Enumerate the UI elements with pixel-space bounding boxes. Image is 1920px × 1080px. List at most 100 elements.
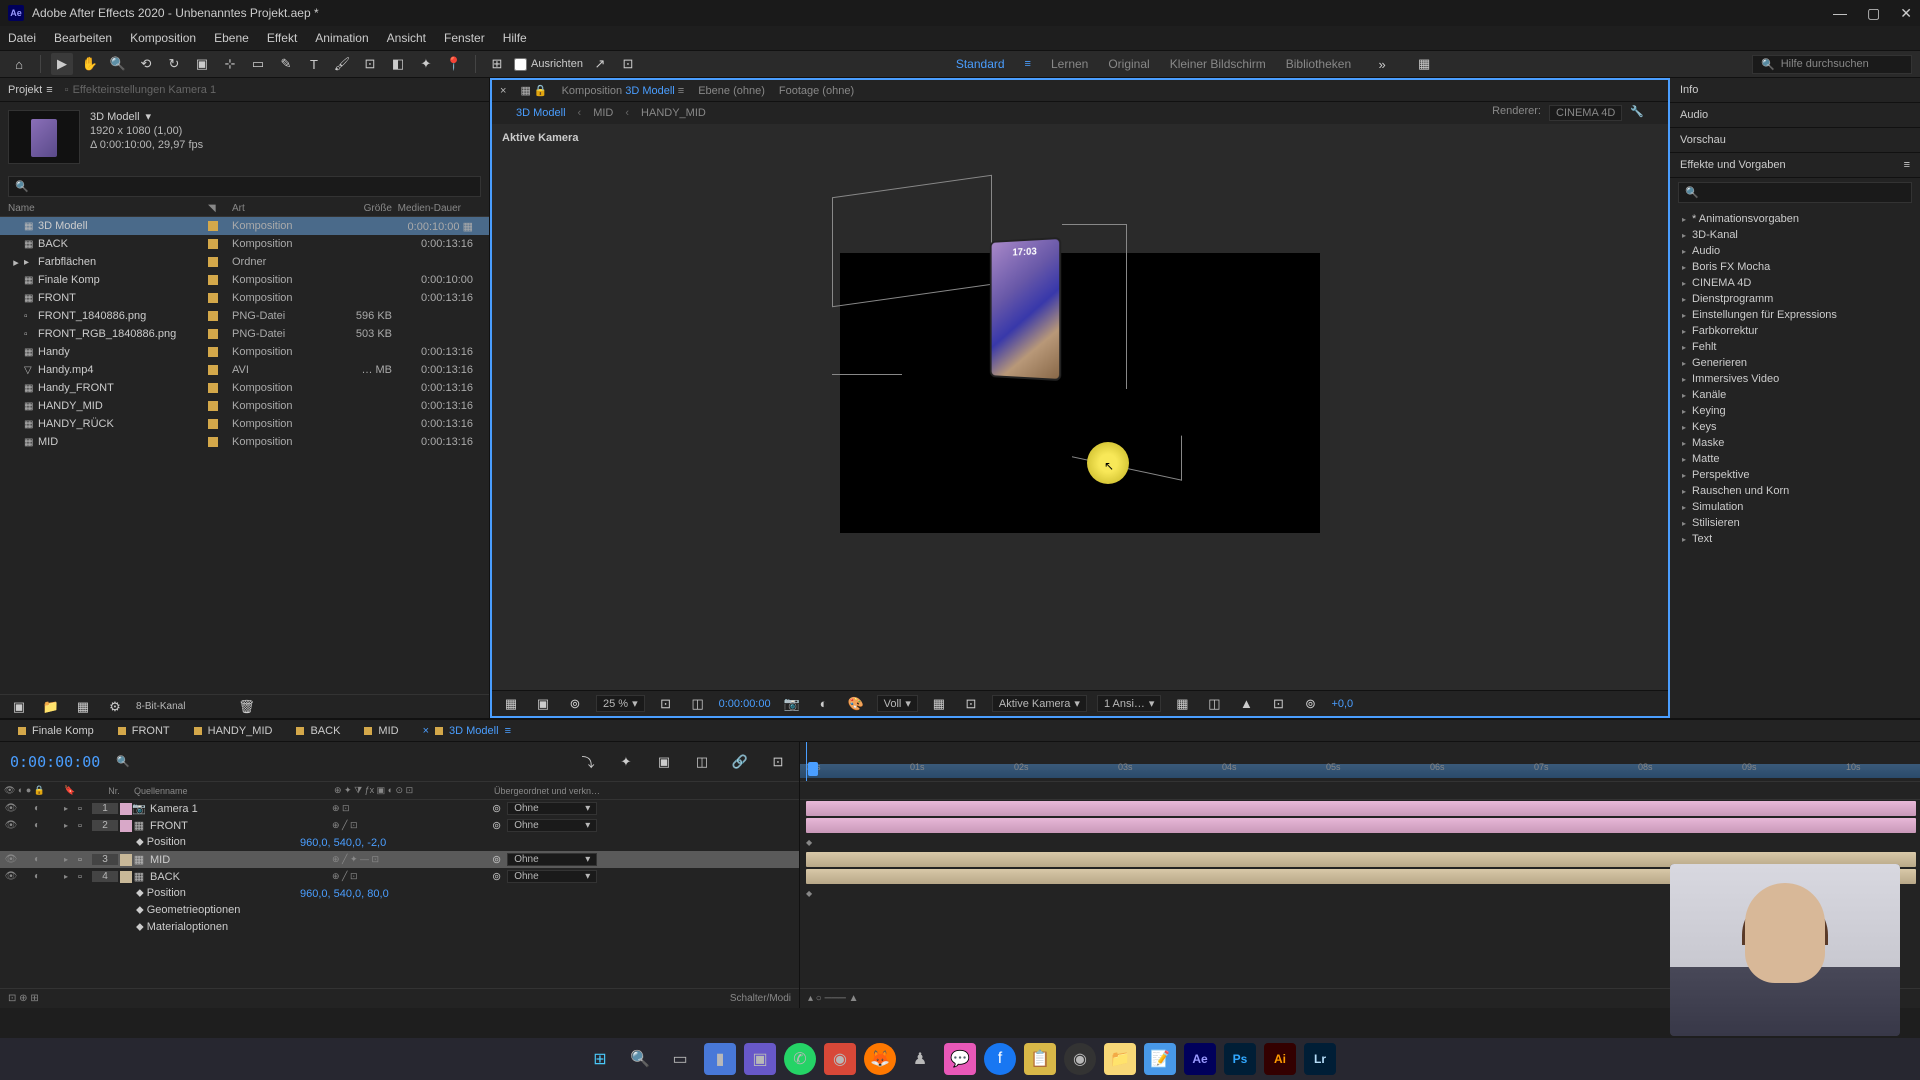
tl-btn-3-icon[interactable]: ▣ (653, 751, 675, 773)
current-timecode[interactable]: 0:00:00:00 (10, 753, 100, 771)
type-tool-icon[interactable]: T (303, 53, 325, 75)
project-item[interactable]: ▦Handy_FRONTKomposition0:00:13:16 (0, 379, 489, 397)
effect-category[interactable]: ▸Fehlt (1670, 339, 1920, 355)
project-item[interactable]: ▦Finale KompKomposition0:00:10:00 (0, 271, 489, 289)
safe-icon[interactable]: ⊡ (960, 693, 982, 715)
search-icon[interactable]: 🔍 (624, 1043, 656, 1075)
stamp-tool-icon[interactable]: ⊡ (359, 53, 381, 75)
rotate-tool-icon[interactable]: ↻ (163, 53, 185, 75)
menu-effekt[interactable]: Effekt (267, 31, 297, 45)
project-item[interactable]: ▫FRONT_1840886.pngPNG-Datei596 KB (0, 307, 489, 325)
app-icon[interactable]: ◉ (824, 1043, 856, 1075)
settings-icon[interactable]: ⚙ (104, 696, 126, 718)
project-file-list[interactable]: ▦3D ModellKomposition0:00:10:00 ▦▦BACKKo… (0, 217, 489, 694)
start-icon[interactable]: ⊞ (584, 1043, 616, 1075)
effect-controls-tab[interactable]: ▫ Effekteinstellungen Kamera 1 (65, 84, 216, 96)
renderer-dropdown[interactable]: CINEMA 4D (1549, 105, 1622, 121)
workspace-standard[interactable]: Standard (956, 57, 1005, 71)
effects-panel-title[interactable]: Effekte und Vorgaben (1680, 159, 1786, 171)
effect-category[interactable]: ▸Matte (1670, 451, 1920, 467)
effects-categories[interactable]: ▸* Animationsvorgaben▸3D-Kanal▸Audio▸Bor… (1670, 207, 1920, 718)
explorer-icon[interactable]: 📁 (1104, 1043, 1136, 1075)
effect-category[interactable]: ▸* Animationsvorgaben (1670, 211, 1920, 227)
effect-category[interactable]: ▸Keys (1670, 419, 1920, 435)
composition-tab[interactable]: Komposition 3D Modell ≡ (562, 85, 685, 97)
effect-category[interactable]: ▸Farbkorrektur (1670, 323, 1920, 339)
effect-category[interactable]: ▸CINEMA 4D (1670, 275, 1920, 291)
whatsapp-icon[interactable]: ✆ (784, 1043, 816, 1075)
current-time[interactable]: 0:00:00:00 (719, 698, 771, 710)
guides-icon[interactable]: ▦ (928, 693, 950, 715)
orbit-tool-icon[interactable]: ⟲ (135, 53, 157, 75)
renderer-settings-icon[interactable]: 🔧 (1630, 105, 1644, 121)
tl-btn-2-icon[interactable]: ✦ (615, 751, 637, 773)
timeline-ruler[interactable]: 00s01s02s03s04s05s06s07s08s09s10s (800, 742, 1920, 782)
app-icon[interactable]: ▣ (744, 1043, 776, 1075)
effects-search-input[interactable]: 🔍 (1678, 182, 1912, 203)
project-item[interactable]: ▦3D ModellKomposition0:00:10:00 ▦ (0, 217, 489, 235)
hand-tool-icon[interactable]: ✋ (79, 53, 101, 75)
effect-category[interactable]: ▸Simulation (1670, 499, 1920, 515)
anchor-tool-icon[interactable]: ⊹ (219, 53, 241, 75)
exposure[interactable]: +0,0 (1331, 698, 1353, 710)
selection-tool-icon[interactable]: ▶ (51, 53, 73, 75)
project-item[interactable]: ▦BACKKomposition0:00:13:16 (0, 235, 489, 253)
timeline-tab[interactable]: HANDY_MID (184, 723, 283, 739)
pen-tool-icon[interactable]: ✎ (275, 53, 297, 75)
menu-ansicht[interactable]: Ansicht (387, 31, 426, 45)
interpret-icon[interactable]: ▣ (8, 696, 30, 718)
zoom-dropdown[interactable]: 25 % ▾ (596, 695, 645, 712)
project-item[interactable]: ▫FRONT_RGB_1840886.pngPNG-Datei503 KB (0, 325, 489, 343)
help-search-input[interactable]: 🔍 Hilfe durchsuchen (1752, 55, 1912, 74)
timeline-tab[interactable]: MID (354, 723, 408, 739)
lightroom-icon[interactable]: Lr (1304, 1043, 1336, 1075)
switches-modes-toggle[interactable]: Schalter/Modi (730, 993, 791, 1004)
menu-datei[interactable]: Datei (8, 31, 36, 45)
effect-category[interactable]: ▸Generieren (1670, 355, 1920, 371)
audio-panel[interactable]: Audio (1670, 103, 1920, 128)
breadcrumb-item[interactable]: MID (593, 107, 613, 119)
menu-komposition[interactable]: Komposition (130, 31, 196, 45)
app-icon[interactable]: ♟ (904, 1043, 936, 1075)
grid-icon[interactable]: ▦ (500, 693, 522, 715)
playhead[interactable] (808, 762, 818, 776)
layer-property[interactable]: ⬥ Geometrieoptionen (0, 902, 799, 919)
tl-btn-6-icon[interactable]: ⊡ (767, 751, 789, 773)
project-item[interactable]: ▦FRONTKomposition0:00:13:16 (0, 289, 489, 307)
effect-category[interactable]: ▸Einstellungen für Expressions (1670, 307, 1920, 323)
minimize-button[interactable]: — (1833, 5, 1847, 22)
workspace-kleiner[interactable]: Kleiner Bildschirm (1170, 57, 1266, 71)
channel-icon[interactable]: ◐ (813, 693, 835, 715)
close-button[interactable]: ✕ (1900, 5, 1912, 22)
layer-property[interactable]: ⬥ Position960,0, 540,0, 80,0 (0, 885, 799, 902)
tl-btn-5-icon[interactable]: 🔗 (729, 751, 751, 773)
timeline-tab[interactable]: Finale Komp (8, 723, 104, 739)
timeline-layer[interactable]: 👁◐▸▫2▦FRONT⊕ ╱ ⊡⊚Ohne ▾ (0, 817, 799, 834)
shape-tool-icon[interactable]: ▭ (247, 53, 269, 75)
notepad-icon[interactable]: 📝 (1144, 1043, 1176, 1075)
project-item[interactable]: ▸▸FarbflächenOrdner (0, 253, 489, 271)
menu-fenster[interactable]: Fenster (444, 31, 485, 45)
app-icon[interactable]: 📋 (1024, 1043, 1056, 1075)
roto-tool-icon[interactable]: ✦ (415, 53, 437, 75)
timeline-layer[interactable]: 👁◐▸▫1📷Kamera 1⊕ ⊡⊚Ohne ▾ (0, 800, 799, 817)
brush-tool-icon[interactable]: 🖌 (331, 53, 353, 75)
panel-menu-icon[interactable]: ≡ (1904, 159, 1910, 171)
workspace-more-icon[interactable]: » (1371, 53, 1393, 75)
timeline-search-icon[interactable]: 🔍 (116, 755, 130, 768)
trash-icon[interactable]: 🗑 (235, 696, 257, 718)
bit-depth[interactable]: 8-Bit-Kanal (136, 701, 185, 712)
tl-btn-4-icon[interactable]: ◫ (691, 751, 713, 773)
project-item[interactable]: ▦HANDY_MIDKomposition0:00:13:16 (0, 397, 489, 415)
transparent-icon[interactable]: ◫ (687, 693, 709, 715)
align-checkbox[interactable]: Ausrichten (514, 58, 583, 71)
new-comp-icon[interactable]: ▦ (72, 696, 94, 718)
maximize-button[interactable]: ▢ (1867, 5, 1880, 22)
zoom-tool-icon[interactable]: 🔍 (107, 53, 129, 75)
footage-tab[interactable]: Footage (ohne) (779, 85, 854, 97)
timeline-tab[interactable]: BACK (286, 723, 350, 739)
messenger-icon[interactable]: 💬 (944, 1043, 976, 1075)
eraser-tool-icon[interactable]: ◧ (387, 53, 409, 75)
effect-category[interactable]: ▸Text (1670, 531, 1920, 547)
snap-options-icon[interactable]: ↗ (589, 53, 611, 75)
